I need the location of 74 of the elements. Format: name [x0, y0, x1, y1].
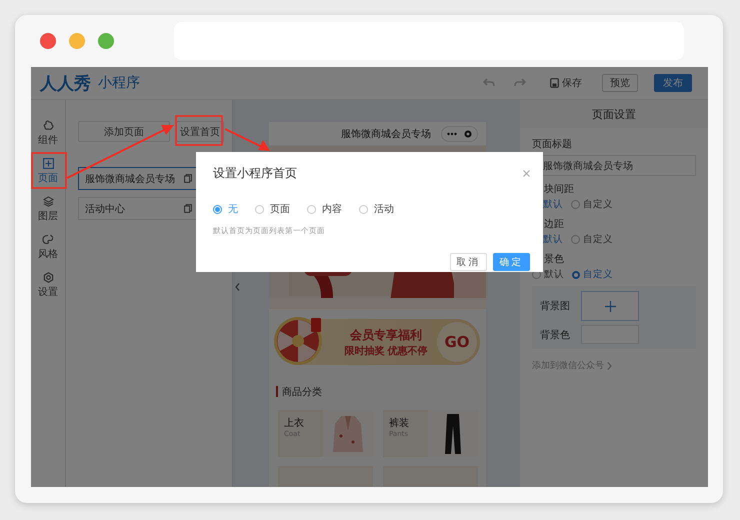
option-label: 自定义	[583, 268, 613, 281]
panel-header: 页面设置	[520, 100, 708, 128]
rail-item[interactable]: 图层	[31, 196, 65, 226]
close-icon[interactable]	[523, 170, 530, 177]
field-label: 页面标题	[532, 138, 573, 151]
product-name: 小程序	[98, 74, 140, 92]
option-label: 默认	[543, 198, 563, 211]
preview-button[interactable]: 预览	[602, 74, 638, 92]
confirm-button[interactable]: 确定	[493, 253, 530, 271]
option-label: 默认	[543, 233, 563, 246]
minimize-dot-icon[interactable]	[69, 33, 85, 49]
close-dot-icon[interactable]	[40, 33, 56, 49]
capsule-menu[interactable]	[441, 126, 478, 142]
undo-icon[interactable]	[483, 78, 495, 88]
field-label: 背景图	[540, 300, 570, 313]
page-item[interactable]: 活动中心	[78, 197, 199, 220]
radio-option[interactable]: 页面	[255, 202, 290, 216]
field-label: 背景色	[540, 328, 570, 342]
more-icon	[447, 132, 457, 136]
rail-item[interactable]: 风格	[31, 234, 65, 264]
category-name: 上衣	[284, 416, 305, 430]
promo-headline: 会员专享福利	[350, 326, 422, 344]
copy-icon[interactable]	[184, 174, 192, 183]
rail-item[interactable]: 设置	[31, 272, 65, 302]
highlight-frame	[31, 152, 67, 189]
category-name: 裤装	[389, 416, 410, 430]
radio-option[interactable]: 内容	[307, 202, 342, 216]
field-label: 景色	[543, 252, 565, 266]
add-page-button[interactable]: 添加页面	[78, 121, 170, 142]
highlight-frame	[175, 115, 223, 146]
option-label: 自定义	[583, 233, 613, 246]
promo-subline: 限时抽奖 优惠不停	[344, 344, 428, 358]
prize-wheel-drawing	[273, 316, 323, 366]
copy-icon[interactable]	[184, 204, 192, 213]
option-label: 自定义	[583, 198, 613, 211]
radio-icon	[571, 200, 580, 209]
radio-icon	[572, 270, 580, 278]
save-icon[interactable]	[550, 78, 559, 88]
radio-option[interactable]: 自定义	[572, 268, 613, 281]
chevron-left-icon	[235, 283, 240, 291]
radio-option[interactable]: 自定义	[571, 233, 613, 246]
rail-item[interactable]: 页面	[31, 158, 65, 188]
redo-icon[interactable]	[514, 78, 526, 88]
set-home-button[interactable]: 设置首页	[176, 121, 224, 142]
puzzle-icon	[42, 120, 54, 131]
radio-icon	[571, 235, 580, 244]
page-title: 活动中心	[85, 202, 125, 216]
page-title: 服饰微商城会员专场	[85, 172, 175, 186]
plus-icon	[604, 300, 616, 312]
layers-icon	[42, 196, 54, 207]
field-label: 边距	[543, 218, 565, 231]
publish-button[interactable]: 发布	[654, 74, 692, 92]
palette-icon	[42, 234, 54, 245]
target-icon	[464, 130, 472, 138]
dialog-title: 设置小程序首页	[213, 165, 297, 182]
radio-option[interactable]: 活动	[359, 202, 394, 216]
section-title: 商品分类	[282, 386, 322, 398]
radio-option[interactable]: 无	[213, 202, 238, 216]
rail-item[interactable]: 组件	[31, 120, 65, 150]
maximize-dot-icon[interactable]	[98, 33, 114, 49]
radio-option[interactable]: 自定义	[571, 198, 613, 211]
page-heading: 服饰微商城会员专场	[341, 128, 431, 140]
field-label: 块间距	[543, 182, 575, 196]
settings-icon	[42, 272, 54, 283]
save-label[interactable]: 保存	[562, 76, 582, 90]
annotation-arrow	[224, 128, 270, 151]
option-label: 默认	[544, 268, 564, 281]
logo: 人人秀	[40, 72, 91, 94]
chevron-right-icon	[607, 362, 612, 370]
cancel-button[interactable]: 取消	[450, 253, 487, 271]
plus-square-icon	[42, 158, 54, 169]
section-marker	[276, 386, 278, 397]
go-badge[interactable]: GO	[437, 322, 477, 362]
upload-field[interactable]	[581, 291, 639, 321]
